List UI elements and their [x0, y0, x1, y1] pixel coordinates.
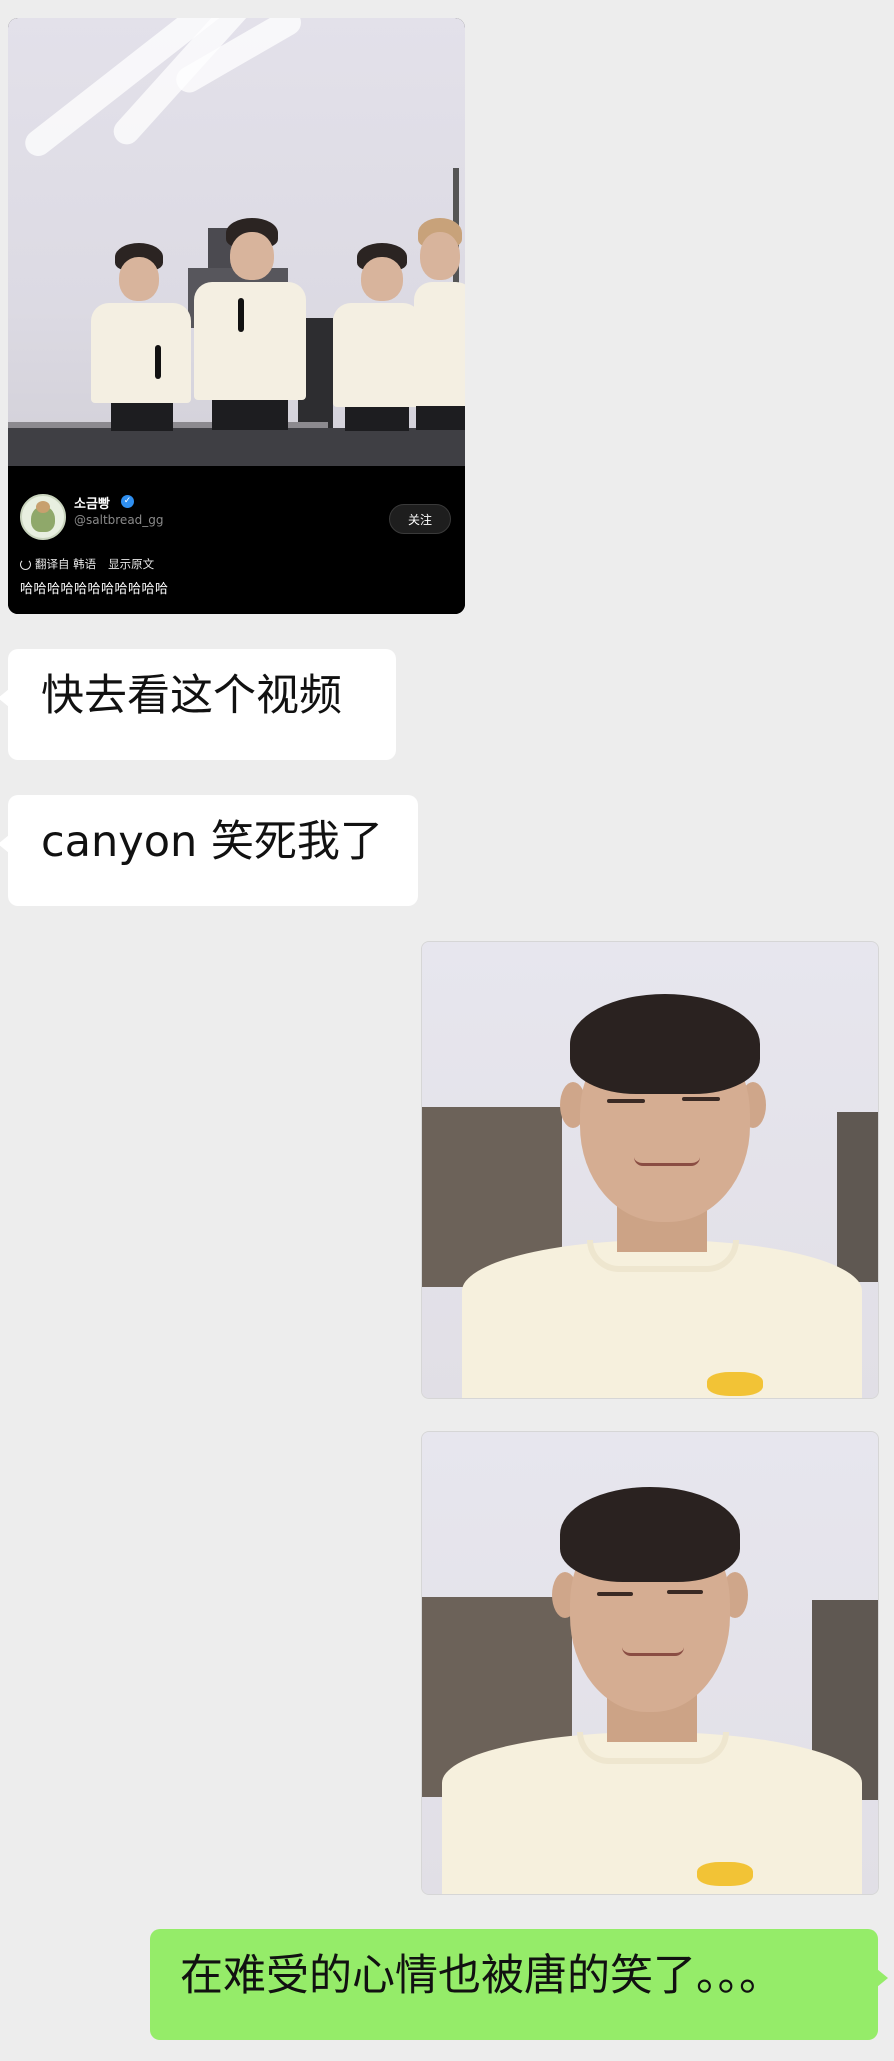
translated-from-label: 翻译自 韩语 [35, 557, 97, 571]
message-bubble-incoming[interactable]: canyon 笑死我了 [0, 795, 418, 906]
message-bubble-outgoing[interactable]: 在难受的心情也被唐的笑了。。。 [150, 1929, 888, 2040]
video-thumbnail[interactable] [8, 18, 465, 466]
shared-video-card[interactable]: 소금빵 ✓ @saltbread_gg 关注 翻译自 韩语 显示原文 哈哈哈哈哈… [8, 18, 465, 614]
author-handle: @saltbread_gg [74, 513, 164, 527]
translation-notice: 翻译自 韩语 显示原文 [20, 556, 154, 572]
message-bubble-incoming[interactable]: 快去看这个视频 [0, 649, 396, 760]
show-original-link[interactable]: 显示原文 [108, 556, 154, 572]
author-name[interactable]: 소금빵 [74, 493, 110, 512]
message-text: 在难受的心情也被唐的笑了。。。 [180, 1951, 782, 2001]
verified-badge-icon: ✓ [121, 495, 134, 508]
follow-button[interactable]: 关注 [389, 504, 451, 534]
message-text: 快去看这个视频 [41, 671, 342, 721]
video-card-footer: 소금빵 ✓ @saltbread_gg 关注 翻译自 韩语 显示原文 哈哈哈哈哈… [8, 466, 465, 614]
author-avatar[interactable] [20, 494, 66, 540]
photo-message[interactable] [421, 941, 879, 1399]
message-text: canyon 笑死我了 [41, 817, 383, 867]
video-caption: 哈哈哈哈哈哈哈哈哈哈哈 [20, 582, 169, 597]
stage-floor [8, 428, 465, 466]
refresh-icon [20, 558, 31, 570]
photo-message[interactable] [421, 1431, 879, 1895]
